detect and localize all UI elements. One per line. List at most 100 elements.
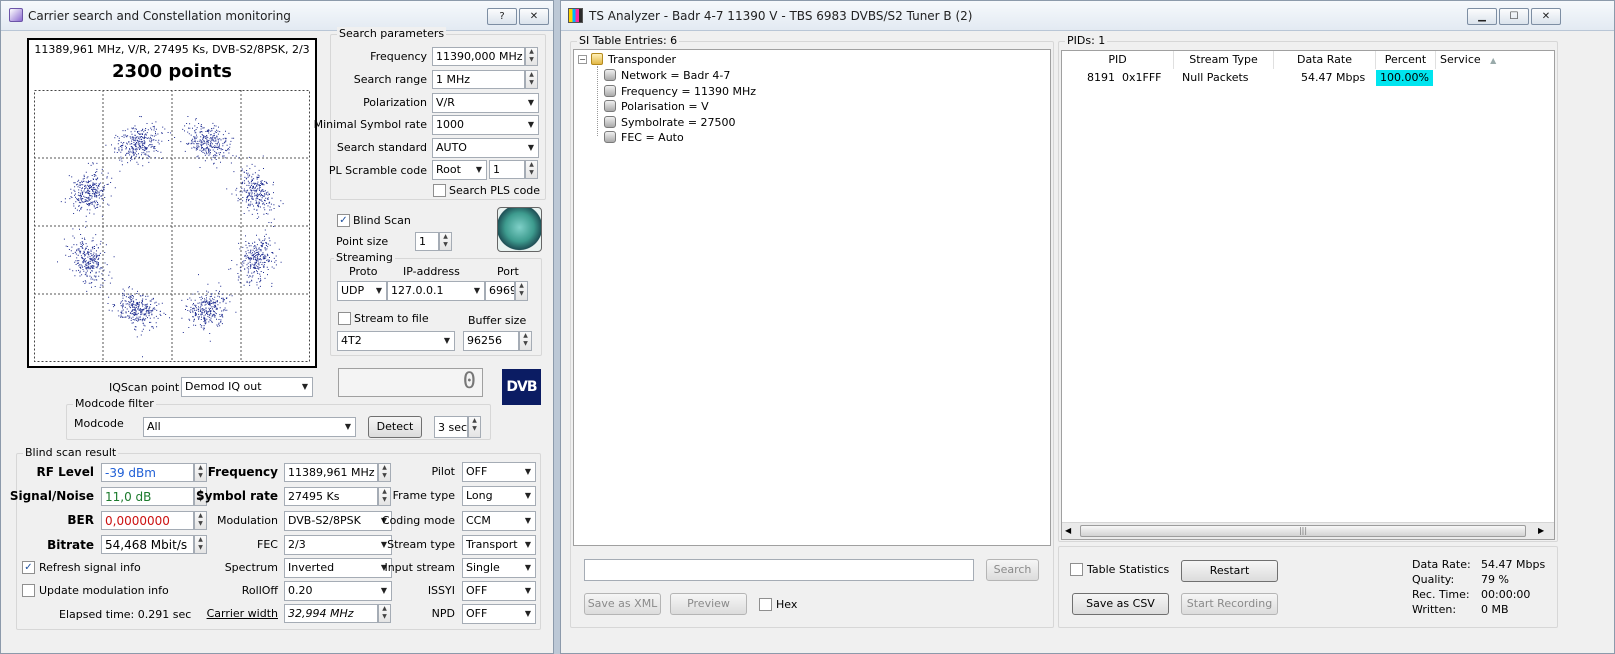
stream-format-select[interactable]: 4T2 (337, 331, 455, 351)
point-size-field[interactable]: 1 (415, 232, 439, 251)
bitrate-label: Bitrate (47, 538, 94, 552)
scroll-thumb[interactable]: ||| (1080, 525, 1526, 537)
ts-close-button[interactable]: ✕ (1531, 8, 1561, 25)
stat-label: Written: (1412, 603, 1457, 616)
pilot-select[interactable]: OFF (462, 462, 536, 482)
detect-timeout-spinner[interactable]: ▲ ▼ (468, 416, 481, 438)
col-header-data-rate[interactable]: Data Rate (1274, 51, 1376, 69)
si-search-input[interactable] (584, 559, 974, 581)
pl-scramble-label: PL Scramble code (328, 164, 427, 177)
tree-item[interactable]: Symbolrate = 27500 (604, 115, 736, 129)
search-range-spinner[interactable]: ▲ ▼ (525, 70, 538, 89)
modulation-select[interactable]: DVB-S2/8PSK (284, 511, 392, 531)
node-icon (604, 84, 616, 97)
npd-select[interactable]: OFF (462, 604, 536, 624)
preview-button[interactable]: Preview (670, 593, 747, 615)
detect-button[interactable]: Detect (368, 416, 422, 438)
si-tree: − Transponder Network = Badr 4-7 Frequenc… (573, 49, 1051, 546)
streaming-group: Streaming Proto IP-address Port UDP 127.… (330, 251, 542, 356)
search-pls-checkbox[interactable] (433, 184, 446, 197)
proto-select[interactable]: UDP (337, 281, 387, 301)
tree-item[interactable]: Network = Badr 4-7 (604, 69, 730, 82)
close-button[interactable]: ✕ (519, 8, 549, 25)
rolloff-select[interactable]: 0.20 (284, 581, 392, 601)
node-icon (604, 69, 616, 81)
pilot-label: Pilot (431, 465, 455, 478)
pids-group: PIDs: 1 PID Stream Type Data Rate Percen… (1058, 34, 1558, 542)
update-modulation-checkbox[interactable] (22, 584, 35, 597)
ber-spinner[interactable]: ▲ ▼ (194, 511, 207, 530)
scroll-right-icon[interactable]: ▶ (1538, 526, 1544, 535)
modcode-select[interactable]: All (143, 417, 356, 437)
rf-level-label: RF Level (36, 465, 94, 479)
save-csv-button[interactable]: Save as CSV (1072, 593, 1169, 615)
coding-mode-select[interactable]: CCM (462, 511, 536, 531)
buffer-size-field[interactable]: 96256 (463, 331, 519, 351)
title-bar: Carrier search and Constellation monitor… (1, 1, 553, 31)
tree-collapse-icon[interactable]: − (578, 55, 587, 64)
min-symbol-rate-select[interactable]: 1000 (432, 115, 539, 135)
frequency-spinner[interactable]: ▲ ▼ (525, 47, 538, 66)
result-frequency-spinner[interactable]: ▲ ▼ (378, 463, 391, 482)
sort-asc-icon: ▲ (1490, 56, 1497, 65)
carrier-width-label[interactable]: Carrier width (207, 607, 278, 620)
maximize-button[interactable]: ☐ (1499, 8, 1529, 25)
stream-to-file-checkbox[interactable] (338, 312, 351, 325)
hex-checkbox[interactable] (759, 598, 772, 611)
detect-timeout-field[interactable]: 3 sec (434, 416, 468, 438)
ip-address-select[interactable]: 127.0.0.1 (387, 281, 485, 301)
tree-item[interactable]: FEC = Auto (604, 131, 684, 144)
spectrum-select[interactable]: Inverted (284, 558, 392, 578)
blind-scan-checkbox[interactable]: ✓ (337, 214, 350, 227)
pl-scramble-value[interactable]: 1 (489, 160, 525, 179)
rf-level-spinner[interactable]: ▲ ▼ (194, 463, 207, 482)
search-range-field[interactable]: 1 MHz (432, 70, 525, 89)
bitrate-value: 54,468 Mbit/s (101, 535, 194, 554)
modcode-filter-label: Modcode filter (73, 397, 156, 410)
col-header-pid[interactable]: PID (1062, 51, 1174, 69)
save-xml-button[interactable]: Save as XML (584, 593, 661, 615)
table-statistics-checkbox[interactable] (1070, 563, 1083, 576)
tree-root[interactable]: Transponder (591, 53, 676, 66)
scroll-left-icon[interactable]: ◀ (1065, 526, 1071, 535)
polarization-select[interactable]: V/R (432, 93, 539, 113)
refresh-signal-checkbox[interactable]: ✓ (22, 561, 35, 574)
col-header-stream-type[interactable]: Stream Type (1174, 51, 1274, 69)
stat-value: 54.47 Mbps (1481, 558, 1546, 571)
port-spinner[interactable]: ▲ ▼ (515, 281, 528, 301)
start-recording-button[interactable]: Start Recording (1181, 593, 1278, 615)
led-digit: 0 (462, 369, 476, 394)
pl-scramble-spinner[interactable]: ▲ ▼ (525, 160, 538, 179)
si-table-group: SI Table Entries: 6 − Transponder Networ… (570, 34, 1054, 628)
fec-select[interactable]: 2/3 (284, 535, 392, 555)
port-field[interactable]: 6969 (485, 281, 515, 301)
ts-title-bar: TS Analyzer - Badr 4-7 11390 V - TBS 698… (561, 1, 1614, 31)
points-count: 2300 points (112, 61, 232, 82)
table-row[interactable]: 8191 0x1FFF Null Packets 54.47 Mbps 100.… (1062, 70, 1554, 87)
tree-item[interactable]: Polarisation = V (604, 100, 709, 113)
point-size-spinner[interactable]: ▲ ▼ (439, 232, 452, 251)
search-button[interactable]: Search (986, 559, 1039, 581)
signal-noise-value: 11,0 dB (101, 487, 194, 506)
frame-type-select[interactable]: Long (462, 486, 536, 506)
col-header-percent[interactable]: Percent (1376, 51, 1436, 69)
issyi-select[interactable]: OFF (462, 581, 536, 601)
input-stream-select[interactable]: Single (462, 558, 536, 578)
minimize-button[interactable]: ▁ (1467, 8, 1497, 25)
iqscan-select[interactable]: Demod IQ out (181, 377, 313, 397)
restart-button[interactable]: Restart (1181, 560, 1278, 582)
blind-scan-result-label: Blind scan result (23, 446, 119, 459)
tree-item[interactable]: Frequency = 11390 MHz (604, 84, 756, 98)
pl-scramble-mode-select[interactable]: Root (432, 160, 487, 180)
stream-type-select[interactable]: Transport (462, 535, 536, 555)
col-header-service[interactable]: Service ▲ (1436, 51, 1554, 69)
buffer-size-spinner[interactable]: ▲ ▼ (519, 331, 532, 351)
search-standard-select[interactable]: AUTO (432, 138, 539, 158)
frequency-field[interactable]: 11390,000 MHz (432, 47, 525, 66)
help-button[interactable]: ? (487, 8, 517, 25)
symbol-rate-spinner[interactable]: ▲ ▼ (378, 487, 391, 506)
carrier-width-spinner[interactable]: ▲ ▼ (378, 604, 391, 623)
stat-label: Quality: (1412, 573, 1455, 586)
bitrate-spinner[interactable]: ▲ ▼ (194, 535, 207, 554)
horizontal-scrollbar[interactable]: ◀ ||| ▶ (1062, 522, 1554, 539)
